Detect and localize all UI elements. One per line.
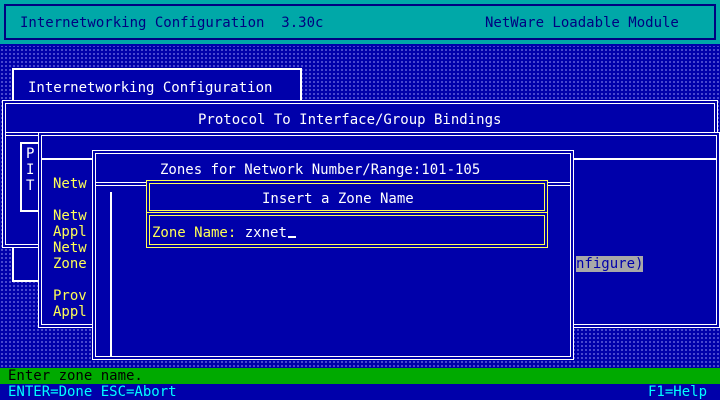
bindings-letter-t: T <box>26 178 35 194</box>
status-message: Enter zone name. <box>8 368 143 384</box>
config-item-provider[interactable]: Prov <box>53 288 87 304</box>
app-header: Internetworking Configuration 3.30c NetW… <box>0 0 720 46</box>
bindings-title: Protocol To Interface/Group Bindings <box>198 112 502 128</box>
config-item-zone[interactable]: Zone <box>53 256 87 272</box>
config-item-application[interactable]: Appl <box>53 304 87 320</box>
config-item-network-2[interactable]: Netw <box>53 208 87 224</box>
key-help-left: ENTER=Done ESC=Abort <box>8 384 177 400</box>
key-help-right: F1=Help <box>648 384 708 400</box>
config-item-appletalk[interactable]: Appl <box>53 224 87 240</box>
app-title: Internetworking Configuration 3.30c <box>20 15 324 31</box>
zones-title: Zones for Network Number/Range:101-105 <box>160 162 481 178</box>
config-item-highlight[interactable]: nfigure) <box>576 256 644 272</box>
insert-zone-title: Insert a Zone Name <box>262 191 414 207</box>
insert-zone-dialog: Insert a Zone Name <box>146 180 548 214</box>
key-help-bar: ENTER=Done ESC=Abort F1=Help <box>0 384 720 400</box>
bindings-letter-i: I <box>26 162 35 178</box>
main-menu-title: Internetworking Configuration <box>28 80 273 96</box>
bindings-letter-p: P <box>26 146 35 162</box>
zone-name-field-box: Zone Name: zxnet <box>146 212 548 248</box>
module-label: NetWare Loadable Module <box>485 15 679 31</box>
config-item-network-1[interactable]: Netw <box>53 176 87 192</box>
status-bar: Enter zone name. <box>0 368 720 384</box>
zone-name-input[interactable]: zxnet <box>245 225 287 241</box>
zone-name-row: Zone Name: zxnet <box>152 224 296 241</box>
zone-name-label: Zone Name: <box>152 225 237 241</box>
config-item-network-3[interactable]: Netw <box>53 240 87 256</box>
text-cursor <box>287 224 296 238</box>
